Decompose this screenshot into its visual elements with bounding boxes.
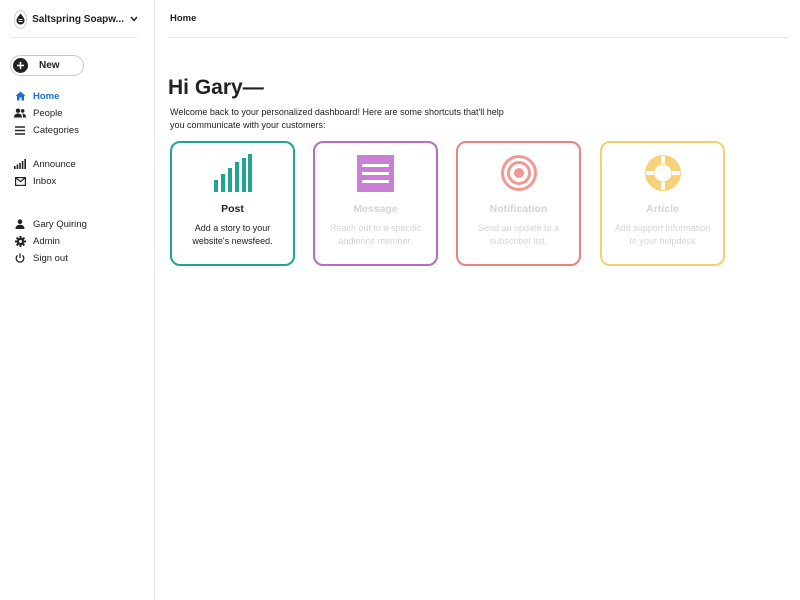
envelope-icon <box>14 175 26 187</box>
user-icon <box>14 218 26 230</box>
card-description: Send an update to a subscriber list. <box>477 223 560 246</box>
sidebar-item-categories[interactable]: Categories <box>14 123 79 137</box>
sidebar-item-people[interactable]: People <box>14 106 63 120</box>
sidebar-item-label: Gary Quiring <box>33 218 87 230</box>
workspace-switcher[interactable]: Saltspring Soapw... <box>12 9 138 29</box>
power-icon <box>14 252 26 264</box>
new-button-label: New <box>39 60 60 71</box>
shortcut-card-article[interactable]: Article Add support information to your … <box>600 141 725 266</box>
sidebar-item-label: Categories <box>33 124 79 136</box>
shortcut-card-message[interactable]: Message Reach out to a specific audience… <box>313 141 438 266</box>
sidebar-item-label: Home <box>33 90 60 102</box>
sidebar-item-home[interactable]: Home <box>14 89 59 103</box>
soap-logo-icon <box>14 9 28 29</box>
sidebar: Saltspring Soapw... New Home People Cate… <box>0 0 155 600</box>
card-title: Message <box>353 203 398 215</box>
sidebar-item-sign-out[interactable]: Sign out <box>14 251 68 265</box>
people-icon <box>14 107 26 119</box>
card-title: Post <box>221 203 244 215</box>
card-title: Article <box>646 203 679 215</box>
lifebuoy-icon <box>602 153 723 193</box>
page-title: Hi Gary— <box>168 76 264 99</box>
target-icon <box>458 153 579 193</box>
sidebar-divider <box>12 37 138 38</box>
sidebar-item-label: Inbox <box>33 175 57 187</box>
main-content: Home Hi Gary— Welcome back to your perso… <box>155 0 800 600</box>
gear-icon <box>14 235 26 247</box>
card-description: Reach out to a specific audience member. <box>329 223 422 246</box>
sidebar-item-label: Sign out <box>33 252 68 264</box>
shortcut-card-notification[interactable]: Notification Send an update to a subscri… <box>456 141 581 266</box>
card-title: Notification <box>489 203 548 215</box>
sidebar-item-profile[interactable]: Gary Quiring <box>14 217 87 231</box>
breadcrumb: Home <box>170 13 197 24</box>
sidebar-item-admin[interactable]: Admin <box>14 234 60 248</box>
list-icon <box>14 124 26 136</box>
chevron-down-icon <box>130 16 138 22</box>
header-divider <box>169 37 787 38</box>
plus-icon <box>13 58 28 73</box>
sidebar-item-announce[interactable]: Announce <box>14 157 76 171</box>
workspace-name: Saltspring Soapw... <box>32 13 124 25</box>
signal-bars-icon <box>172 153 293 193</box>
message-lines-icon <box>315 153 436 193</box>
welcome-text: Welcome back to your personalized dashbo… <box>170 107 504 130</box>
card-description: Add support information to your helpdesk <box>614 223 711 246</box>
sidebar-item-inbox[interactable]: Inbox <box>14 174 56 188</box>
signal-bars-icon <box>14 158 26 170</box>
shortcut-card-post[interactable]: Post Add a story to your website's newsf… <box>170 141 295 266</box>
sidebar-item-label: Announce <box>33 158 76 170</box>
sidebar-item-label: Admin <box>33 235 60 247</box>
sidebar-item-label: People <box>33 107 63 119</box>
card-description: Add a story to your website's newsfeed. <box>192 223 273 246</box>
home-icon <box>14 90 26 102</box>
new-button[interactable]: New <box>10 55 84 76</box>
